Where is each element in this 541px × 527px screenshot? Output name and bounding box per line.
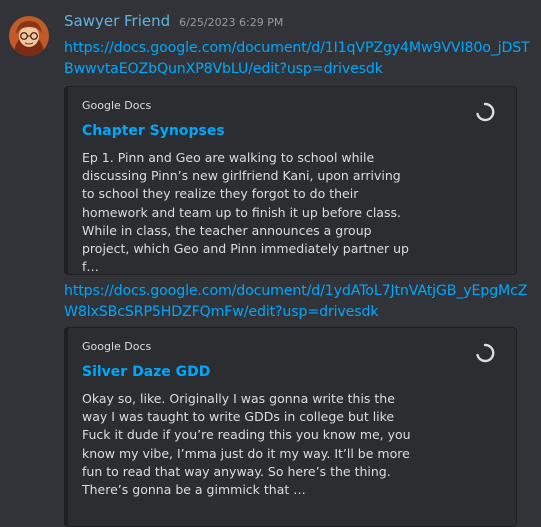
loading-spinner-icon: [476, 102, 495, 122]
embed-provider: Google Docs: [82, 340, 152, 353]
embed-description: Okay so, like. Originally I was gonna wr…: [82, 391, 411, 498]
link-embed-1: Google Docs Chapter Synopses Ep 1. Pinn …: [64, 86, 517, 275]
message: Sawyer Friend 6/25/2023 6:29 PM https://…: [64, 12, 534, 527]
avatar[interactable]: [9, 16, 49, 56]
embed-description: Ep 1. Pinn and Geo are walking to school…: [82, 150, 409, 275]
link-embed-2: Google Docs Silver Daze GDD Okay so, lik…: [64, 327, 517, 527]
timestamp: 6/25/2023 6:29 PM: [179, 16, 284, 29]
message-header: Sawyer Friend 6/25/2023 6:29 PM: [64, 12, 534, 38]
username[interactable]: Sawyer Friend: [64, 12, 170, 30]
embed-title-link[interactable]: Silver Daze GDD: [82, 364, 502, 380]
doc-link-2[interactable]: https://docs.google.com/document/d/1ydAT…: [64, 281, 534, 323]
embed-provider: Google Docs: [82, 99, 152, 112]
embed-title-link[interactable]: Chapter Synopses: [82, 123, 502, 139]
avatar-image: [9, 16, 49, 56]
loading-spinner-icon: [476, 343, 495, 363]
doc-link-1[interactable]: https://docs.google.com/document/d/1I1qV…: [64, 38, 534, 80]
